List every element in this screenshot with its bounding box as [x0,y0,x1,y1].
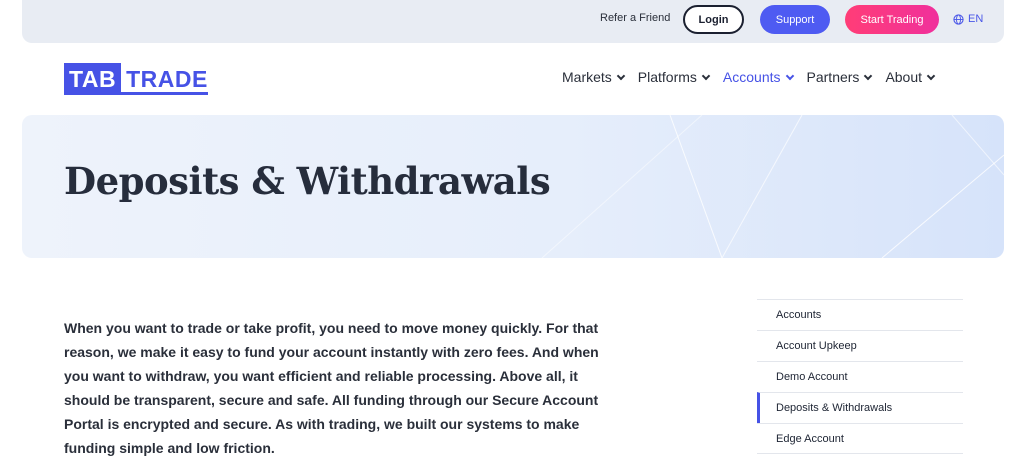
page-hero-banner: Deposits & Withdrawals [22,115,1004,258]
language-label: EN [968,13,984,25]
sidebar-item-account-upkeep[interactable]: Account Upkeep [757,330,963,361]
accounts-sidebar-menu: Accounts Account Upkeep Demo Account Dep… [757,299,963,454]
sidebar-item-accounts[interactable]: Accounts [757,299,963,330]
refer-a-friend-link[interactable]: Refer a Friend [600,12,670,24]
nav-markets[interactable]: Markets [562,69,626,85]
chevron-down-icon [864,71,873,80]
nav-label: Accounts [722,69,781,85]
nav-label: Markets [562,69,612,85]
globe-icon [953,13,964,25]
nav-label: About [885,69,923,85]
logo-part-tab: TAB [64,63,122,95]
top-utility-bar: Refer a Friend Login Support Start Tradi… [22,0,1004,43]
support-button[interactable]: Support [760,5,830,34]
nav-label: Partners [806,69,860,85]
language-selector[interactable]: EN [953,13,983,25]
chevron-down-icon [616,71,626,80]
sidebar-item-edge-account[interactable]: Edge Account [757,423,963,454]
sidebar-item-deposits-withdrawals[interactable]: Deposits & Withdrawals [757,392,963,423]
nav-partners[interactable]: Partners [806,69,873,85]
page-title: Deposits & Withdrawals [64,159,551,203]
nav-about[interactable]: About [885,69,936,85]
sidebar-item-demo-account[interactable]: Demo Account [757,361,963,392]
nav-platforms[interactable]: Platforms [637,69,711,85]
chevron-down-icon [926,71,936,80]
start-trading-button[interactable]: Start Trading [845,5,939,34]
nav-accounts[interactable]: Accounts [722,69,794,85]
chevron-down-icon [785,71,794,80]
site-logo[interactable]: TAB TRADE [64,63,208,95]
login-button[interactable]: Login [683,5,744,34]
main-nav: Markets Platforms Accounts Partners Abou… [562,69,936,85]
logo-part-trade: TRADE [121,63,208,95]
nav-label: Platforms [637,69,697,85]
intro-paragraph: When you want to trade or take profit, y… [64,320,599,456]
chevron-down-icon [701,71,711,80]
